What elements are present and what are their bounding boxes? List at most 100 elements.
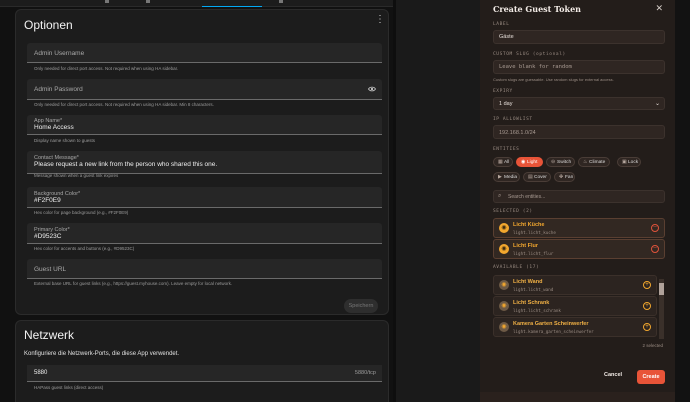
selected-count: 2 selected [642, 343, 663, 348]
selected-item[interactable]: ◉ Licht Küche light.licht_kuche – [493, 218, 665, 238]
available-item-id: light.kamera_garten_scheinwerfer [513, 329, 594, 334]
app-name-value: Home Access [34, 124, 74, 131]
drawer-title: Create Guest Token [493, 4, 581, 14]
bulb-icon: ◉ [499, 223, 509, 233]
contact-message-field[interactable]: Contact Message* Please request a new li… [27, 151, 382, 174]
save-button[interactable]: Speichern [344, 299, 378, 313]
background-color-field[interactable]: Background Color* #F2F0E9 [27, 187, 382, 208]
ip-heading: IP ALLOWLIST [493, 117, 533, 122]
chip-media[interactable]: ▶ Media [493, 172, 520, 182]
chip-cover[interactable]: ▤Cover [523, 172, 551, 182]
selected-item-id: light.licht_kuche [513, 230, 556, 235]
selected-item-id: light.licht_flur [513, 251, 554, 256]
drawer-footer [480, 392, 675, 402]
close-icon[interactable]: ✕ [655, 3, 663, 14]
options-card: Optionen ⋮ Admin Username Only needed fo… [15, 9, 389, 315]
window-edge [675, 0, 690, 402]
tokens-tab-icon [146, 0, 150, 3]
label-input[interactable]: Gäste [493, 30, 665, 44]
chip-light-label: Light [527, 160, 538, 165]
available-item[interactable]: ◉ Licht Wand light.licht_wand + [493, 275, 657, 295]
port-field[interactable]: 5880 5880/tcp [27, 365, 382, 382]
logs-tab-icon [279, 0, 283, 3]
background-color-helper: Hex color for page background (e.g., #F2… [34, 210, 129, 215]
label-heading: LABEL [493, 22, 510, 27]
primary-color-value: #D9523C [34, 233, 62, 240]
port-value: 5880 [34, 370, 48, 376]
contact-message-helper: Message shown when a guest link expires [34, 173, 119, 178]
chip-light[interactable]: ◉ Light [516, 157, 543, 167]
remove-icon[interactable]: – [651, 224, 659, 232]
bulb-icon: ◉ [499, 244, 509, 254]
chip-media-label: Media [504, 175, 518, 180]
bulb-icon: ◉ [499, 301, 509, 311]
remove-icon[interactable]: – [651, 245, 659, 253]
admin-username-label: Admin Username [34, 50, 85, 57]
chip-climate[interactable]: ♨ Climate [578, 157, 610, 167]
app-root: Optionen ⋮ Admin Username Only needed fo… [0, 0, 690, 402]
create-button[interactable]: Create [637, 370, 665, 384]
more-menu-icon[interactable]: ⋮ [375, 15, 385, 25]
search-icon: ⌕ [498, 193, 502, 199]
admin-username-helper: Only needed for direct port access. Not … [34, 66, 179, 71]
chip-switch-label: Switch [557, 160, 572, 165]
available-list-scrollbar[interactable] [659, 279, 664, 339]
selected-item-name: Licht Flur [513, 243, 539, 249]
cancel-button[interactable]: Cancel [604, 372, 622, 378]
port-helper: HAPass guest links (direct access) [34, 385, 104, 390]
label-value: Gäste [499, 34, 514, 40]
admin-password-label: Admin Password [34, 86, 83, 93]
available-item[interactable]: ◉ Licht Schrank light.licht_schrank + [493, 296, 657, 316]
available-item-name: Licht Schrank [513, 300, 550, 306]
create-token-drawer: Create Guest Token ✕ LABEL Gäste CUSTOM … [480, 0, 675, 402]
available-item-id: light.licht_wand [513, 287, 554, 292]
expiry-value: 1 day [499, 101, 513, 107]
ip-allowlist-value: 192.168.1.0/24 [499, 130, 536, 136]
network-title: Netzwerk [24, 328, 75, 342]
slug-heading: CUSTOM SLUG (optional) [493, 52, 566, 57]
chevron-down-icon: ⌄ [654, 101, 660, 107]
chip-fan[interactable]: ✤ Fan [554, 172, 575, 182]
admin-password-helper: Only needed for direct port access. Not … [34, 102, 214, 107]
slug-note: Custom slugs are guessable. Use random s… [493, 77, 614, 82]
available-item-name: Licht Wand [513, 279, 543, 285]
bulb-icon: ◉ [499, 322, 509, 332]
chip-cover-label: Cover [534, 175, 547, 180]
scrollbar-thumb[interactable] [659, 283, 664, 295]
selected-item-name: Licht Küche [513, 222, 545, 228]
add-icon[interactable]: + [643, 281, 651, 289]
expiry-select[interactable]: 1 day ⌄ [493, 97, 665, 110]
add-icon[interactable]: + [643, 302, 651, 310]
available-heading: AVAILABLE (17) [493, 265, 540, 270]
chip-all-label: All [504, 160, 510, 165]
chip-switch[interactable]: ⊖ Switch [546, 157, 575, 167]
entity-search-placeholder: Search entities... [508, 194, 546, 200]
guest-url-field[interactable]: Guest URL [27, 259, 382, 279]
overlay-scrim[interactable] [396, 0, 480, 402]
show-password-icon[interactable] [368, 86, 376, 92]
guest-url-label: Guest URL [34, 266, 67, 273]
guest-url-helper: External base URL for guest links (e.g.,… [34, 281, 233, 286]
network-description: Konfiguriere die Netzwerk-Ports, die die… [24, 351, 180, 357]
slug-heading-text: CUSTOM SLUG [493, 52, 530, 57]
primary-color-field[interactable]: Primary Color* #D9523C [27, 223, 382, 244]
ip-allowlist-input[interactable]: 192.168.1.0/24 [493, 125, 665, 139]
entities-heading: ENTITIES [493, 147, 520, 152]
available-item-id: light.licht_schrank [513, 308, 561, 313]
chip-all[interactable]: ▦All [493, 157, 513, 167]
available-item[interactable]: ◉ Kamera Garten Scheinwerfer light.kamer… [493, 317, 657, 337]
tab-active[interactable] [202, 0, 262, 7]
info-tab-icon [105, 0, 109, 3]
chip-climate-label: Climate [589, 160, 606, 165]
top-tab-bar [0, 0, 396, 7]
app-name-field[interactable]: App Name* Home Access [27, 115, 382, 135]
available-item-name: Kamera Garten Scheinwerfer [513, 321, 589, 327]
slug-input[interactable]: Leave blank for random [493, 60, 665, 74]
chip-lock[interactable]: ▣Lock [617, 157, 641, 167]
admin-username-field[interactable]: Admin Username [27, 43, 382, 63]
admin-password-field[interactable]: Admin Password [27, 79, 382, 100]
selected-item[interactable]: ◉ Licht Flur light.licht_flur – [493, 239, 665, 259]
entity-search[interactable]: ⌕ Search entities... [493, 190, 665, 203]
add-icon[interactable]: + [643, 323, 651, 331]
port-suffix: 5880/tcp [354, 370, 376, 376]
